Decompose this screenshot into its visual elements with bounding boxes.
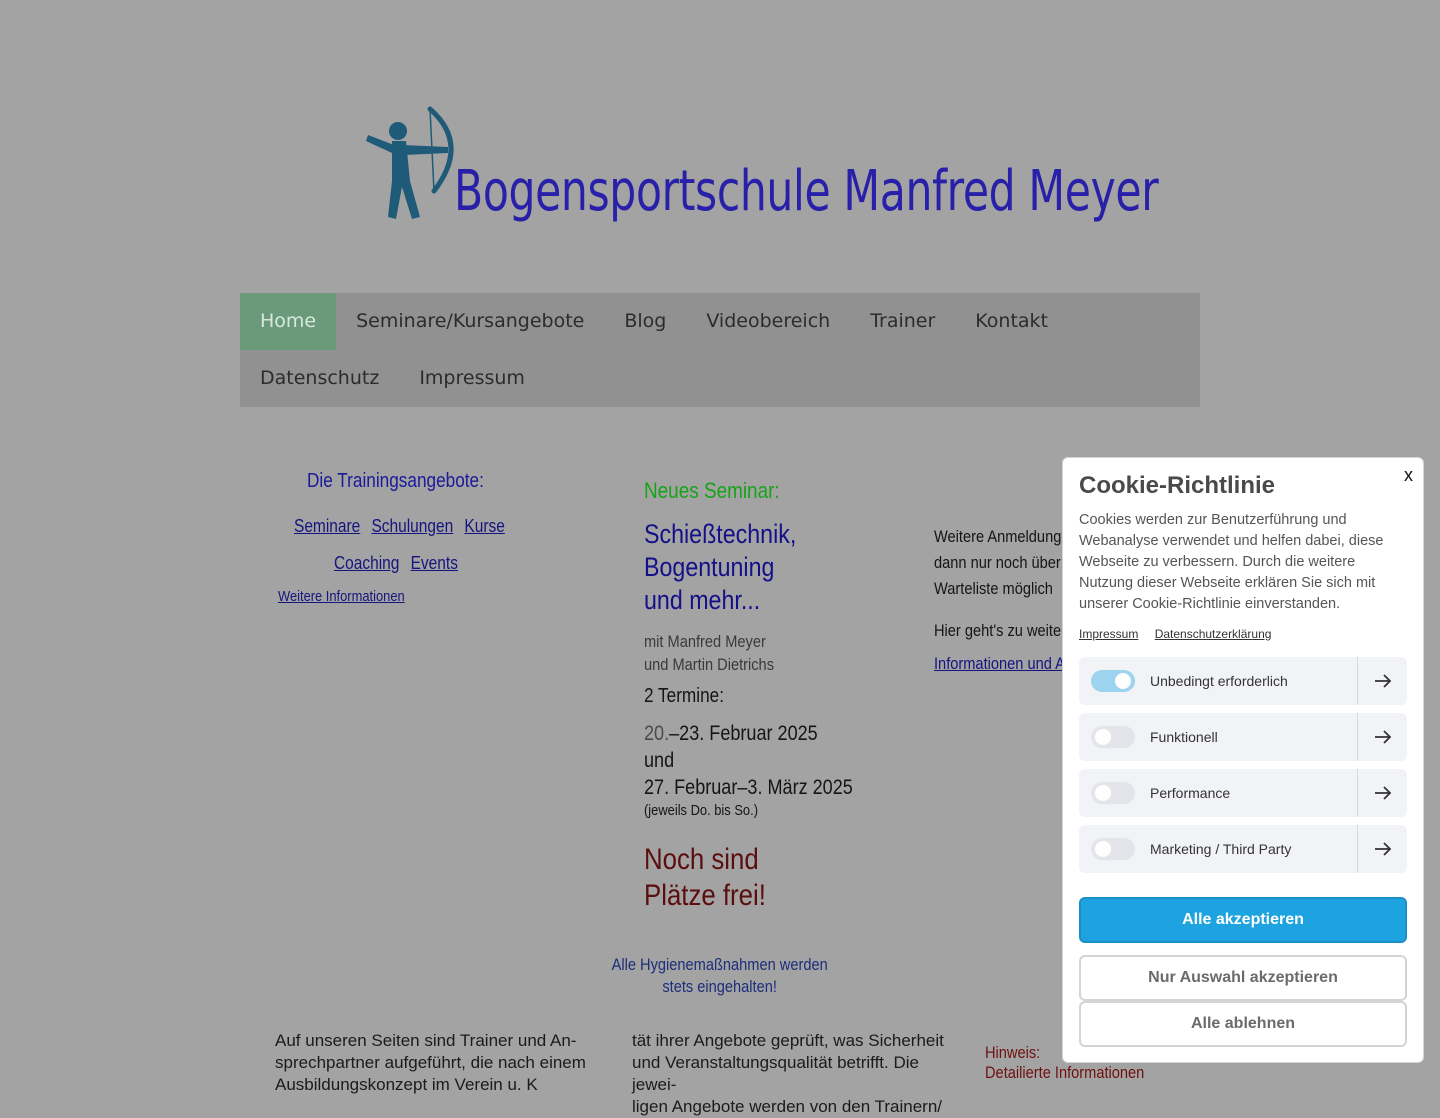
arrow-right-icon: [1374, 842, 1391, 856]
expand-functional-button[interactable]: [1357, 713, 1407, 761]
cookie-link-impressum[interactable]: Impressum: [1079, 627, 1138, 641]
seminar-note: (jeweils Do. bis So.): [644, 802, 758, 819]
seminar-title: Schießtechnik, Bogentuning und mehr...: [644, 519, 797, 615]
expand-necessary-button[interactable]: [1357, 657, 1407, 705]
accept-selection-button[interactable]: Nur Auswahl akzeptieren: [1079, 955, 1407, 1001]
cookie-category-performance: Performance: [1079, 769, 1407, 817]
arrow-right-icon: [1374, 674, 1391, 688]
link-seminare[interactable]: Seminare: [294, 516, 360, 536]
site-title: Bogensportschule Manfred Meyer: [454, 159, 1159, 224]
bottom-mid-text: tät ihrer Angebote geprüft, was Sicherhe…: [632, 1031, 944, 1116]
hygiene-note: Alle Hygienemaßnahmen werden stets einge…: [611, 955, 829, 996]
right-more-text: Hier geht's zu weite: [934, 621, 1062, 640]
places-free-label: Noch sind Plätze frei!: [644, 843, 766, 912]
cookie-category-label: Marketing / Third Party: [1150, 841, 1292, 857]
nav-item-datenschutz[interactable]: Datenschutz: [240, 350, 399, 407]
nav-item-home[interactable]: Home: [240, 293, 337, 350]
nav-item-kontakt[interactable]: Kontakt: [955, 293, 1068, 350]
link-events[interactable]: Events: [411, 553, 458, 573]
expand-marketing-button[interactable]: [1357, 825, 1407, 873]
cookie-category-label: Funktionell: [1150, 729, 1218, 745]
nav-item-blog[interactable]: Blog: [604, 293, 686, 350]
training-links-row1: Seminare Schulungen Kurse: [294, 516, 555, 537]
cookie-category-functional: Funktionell: [1079, 713, 1407, 761]
expand-performance-button[interactable]: [1357, 769, 1407, 817]
cookie-links: Impressum Datenschutzerklärung: [1079, 627, 1284, 641]
cookie-link-datenschutz[interactable]: Datenschutzerklärung: [1155, 627, 1272, 641]
cookie-title: Cookie-Richtlinie: [1079, 472, 1276, 499]
nav-item-impressum[interactable]: Impressum: [399, 350, 545, 407]
link-coaching[interactable]: Coaching: [334, 553, 399, 573]
hint-heading: Hinweis:: [985, 1043, 1041, 1062]
hint-details-link[interactable]: Detailierte Informationen: [985, 1063, 1170, 1083]
training-links-row2: Coaching Events: [334, 553, 494, 574]
accept-all-button[interactable]: Alle akzeptieren: [1079, 897, 1407, 943]
cookie-category-label: Performance: [1150, 785, 1231, 801]
cookie-description: Cookies werden zur Benutzerführung und W…: [1079, 512, 1384, 612]
seminar-termine-label: 2 Termine:: [644, 685, 724, 707]
toggle-necessary[interactable]: [1091, 670, 1135, 692]
training-offers-title: Die Trainingsangebote:: [307, 470, 484, 492]
arrow-right-icon: [1374, 730, 1391, 744]
nav-item-videobereich[interactable]: Videobereich: [686, 293, 850, 350]
toggle-functional[interactable]: [1091, 726, 1135, 748]
bottom-left-text: Auf unseren Seiten sind Trainer und An- …: [275, 1031, 586, 1094]
seminar-trainers: mit Manfred Meyer und Martin Dietrichs: [644, 632, 775, 674]
archer-icon: [366, 106, 454, 219]
arrow-right-icon: [1374, 786, 1391, 800]
toggle-performance[interactable]: [1091, 782, 1135, 804]
seminar-dates: 20.–23. Februar 2025 und 27. Februar–3. …: [644, 722, 853, 799]
link-kurse[interactable]: Kurse: [464, 516, 504, 536]
nav-item-trainer[interactable]: Trainer: [850, 293, 955, 350]
nav-item-seminare[interactable]: Seminare/Kursangebote: [336, 293, 604, 350]
close-button[interactable]: x: [1404, 465, 1413, 486]
new-seminar-label: Neues Seminar:: [644, 478, 780, 503]
cookie-category-necessary: Unbedingt erforderlich: [1079, 657, 1407, 705]
cookie-category-marketing: Marketing / Third Party: [1079, 825, 1407, 873]
left-more-info-link[interactable]: Weitere Informationen: [278, 588, 425, 605]
cookie-dialog: x Cookie-Richtlinie Cookies werden zur B…: [1062, 457, 1424, 1063]
cookie-category-label: Unbedingt erforderlich: [1150, 673, 1288, 689]
site-logo[interactable]: Bogensportschule Manfred Meyer: [350, 95, 1159, 250]
reject-all-button[interactable]: Alle ablehnen: [1079, 1001, 1407, 1047]
main-nav: Home Seminare/Kursangebote Blog Videober…: [240, 293, 1200, 407]
link-schulungen[interactable]: Schulungen: [371, 516, 453, 536]
toggle-marketing[interactable]: [1091, 838, 1135, 860]
